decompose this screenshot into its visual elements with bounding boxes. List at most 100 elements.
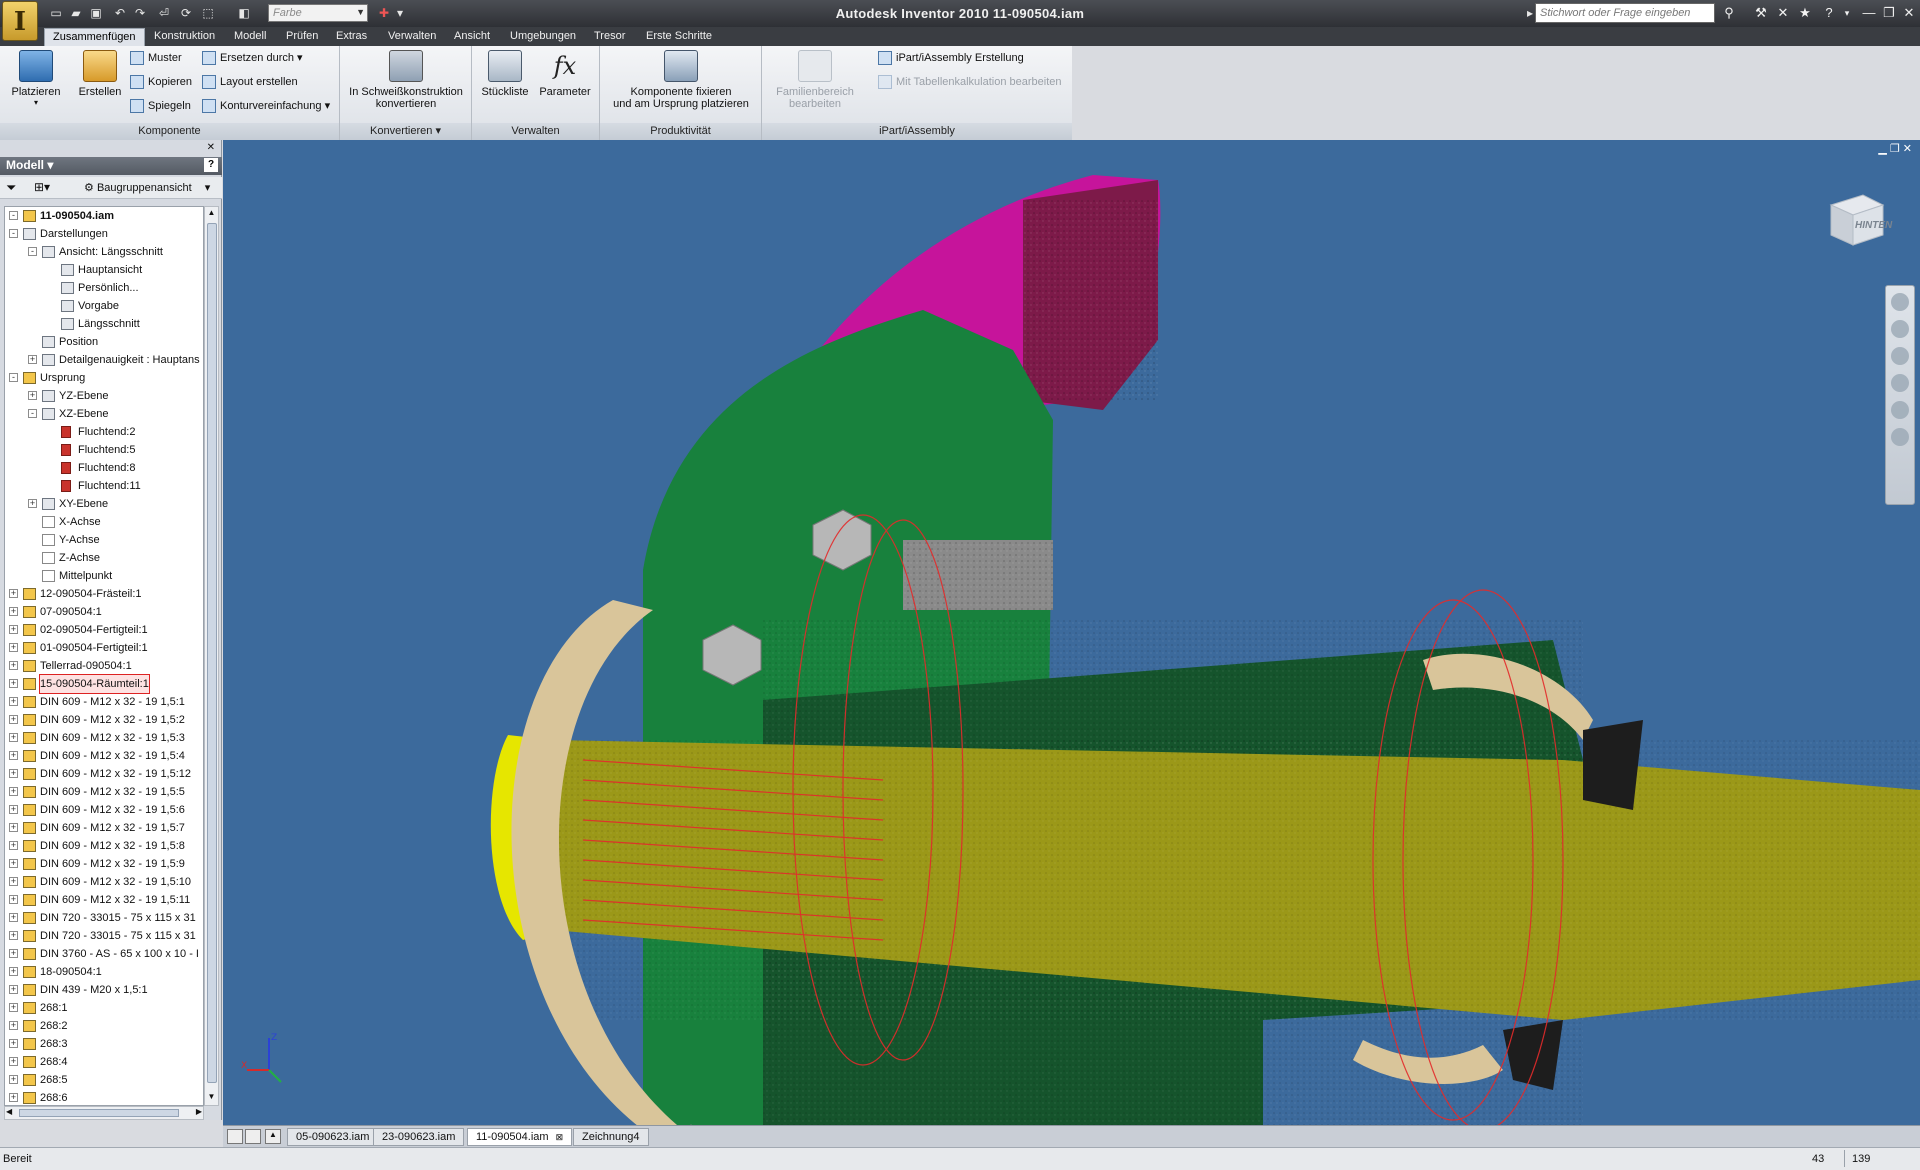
browser-header[interactable]: Modell ▾ ? [0,157,222,175]
tree-node[interactable]: - 11-090504.iam [5,207,203,225]
layout-button[interactable]: Layout erstellen [202,72,298,92]
expand-icon[interactable]: + [28,391,37,400]
expand-icon[interactable]: + [9,715,18,724]
orbit-icon[interactable] [1891,374,1909,392]
favorites-star-icon[interactable]: ★ [1796,4,1814,22]
expand-icon[interactable]: + [9,823,18,832]
close-button[interactable]: ✕ [1896,3,1920,23]
arrange-windows-icon[interactable]: ▲ [265,1129,281,1144]
binoculars-icon[interactable]: ⚲ [1720,4,1738,22]
tab-tresor[interactable]: Tresor [586,28,633,46]
scroll-right-icon[interactable]: ▶ [196,1107,202,1116]
close-icon[interactable]: ⊠ [556,1132,564,1142]
tree-options-icon[interactable]: ⊞▾ [34,180,50,194]
expand-icon[interactable]: + [9,589,18,598]
collapse-icon[interactable]: - [9,229,18,238]
tree-node[interactable]: +18-090504:1 [5,963,203,981]
subscription-icon[interactable]: ⚒ [1752,4,1770,22]
look-at-icon[interactable] [1891,401,1909,419]
expand-icon[interactable]: + [28,355,37,364]
tree-node[interactable]: +01-090504-Fertigteil:1 [5,639,203,657]
cascade-windows-icon[interactable] [227,1129,243,1144]
tree-node[interactable]: + DIN 720 - 33015 - 75 x 115 x 31 [5,909,203,927]
tree-node[interactable]: Z-Achse [5,549,203,567]
tree-node[interactable]: Fluchtend:2 [5,423,203,441]
doc-tab-11-090504[interactable]: 11-090504.iam ⊠ [467,1128,573,1146]
tree-node[interactable]: Hauptansicht [5,261,203,279]
expand-icon[interactable]: + [9,805,18,814]
ersetzen-button[interactable]: Ersetzen durch ▾ [202,48,303,68]
collapse-icon[interactable]: - [28,247,37,256]
tree-horizontal-scrollbar[interactable]: ◀ ▶ [4,1106,204,1120]
tree-node[interactable]: + DIN 609 - M12 x 32 - 19 1,5:12 [5,765,203,783]
expand-icon[interactable]: + [9,607,18,616]
tree-node[interactable]: + DIN 609 - M12 x 32 - 19 1,5:8 [5,837,203,855]
tree-node[interactable]: Y-Achse [5,531,203,549]
expand-icon[interactable]: + [9,679,18,688]
expand-icon[interactable]: + [9,931,18,940]
tree-node[interactable]: +268:3 [5,1035,203,1053]
panel-title-konvertieren[interactable]: Konvertieren ▾ [340,123,471,140]
expand-icon[interactable]: + [28,499,37,508]
tabellen-button[interactable]: Mit Tabellenkalkulation bearbeiten [878,72,1062,92]
tab-verwalten[interactable]: Verwalten [380,28,444,46]
expand-icon[interactable]: + [9,1075,18,1084]
tree-node[interactable]: + DIN 609 - M12 x 32 - 19 1,5:4 [5,747,203,765]
tree-node[interactable]: + DIN 609 - M12 x 32 - 19 1,5:2 [5,711,203,729]
kopieren-button[interactable]: Kopieren [130,72,192,92]
expand-icon[interactable]: + [9,733,18,742]
familienbereich-button[interactable]: Familienbereich bearbeiten [766,50,864,110]
tree-node[interactable]: Persönlich... [5,279,203,297]
steering-wheel-icon[interactable] [1891,293,1909,311]
kontur-button[interactable]: Konturvereinfachung ▾ [202,96,330,116]
tile-windows-icon[interactable] [245,1129,261,1144]
expand-icon[interactable]: + [9,1057,18,1066]
tree-node[interactable]: - Darstellungen [5,225,203,243]
viewcube[interactable]: HINTEN [1823,190,1892,248]
chevron-down-icon[interactable]: ▾ [1838,4,1856,22]
tree-node[interactable]: + DIN 609 - M12 x 32 - 19 1,5:9 [5,855,203,873]
tree-node[interactable]: - Ursprung [5,369,203,387]
expand-icon[interactable]: + [9,697,18,706]
expand-icon[interactable]: + [9,985,18,994]
expand-icon[interactable]: + [9,787,18,796]
tree-node[interactable]: - XZ-Ebene [5,405,203,423]
parameter-button[interactable]: fx Parameter [536,50,594,98]
tree-node[interactable]: + DIN 609 - M12 x 32 - 19 1,5:11 [5,891,203,909]
tree-node[interactable]: Fluchtend:8 [5,459,203,477]
expand-icon[interactable]: + [9,1039,18,1048]
tree-node[interactable]: - Ansicht: Längsschnitt [5,243,203,261]
pan-icon[interactable] [1891,320,1909,338]
tree-node[interactable]: +268:6 [5,1089,203,1105]
tree-node[interactable]: + Detailgenauigkeit : Hauptans [5,351,203,369]
expand-icon[interactable]: + [9,895,18,904]
scroll-thumb[interactable] [207,223,217,1083]
platzieren-button[interactable]: Platzieren ▾ [6,50,66,107]
help-icon[interactable]: ? [1820,4,1838,22]
tree-node[interactable]: Fluchtend:11 [5,477,203,495]
view-options-icon[interactable] [1891,428,1909,446]
expand-icon[interactable]: + [9,643,18,652]
tree-node[interactable]: +07-090504:1 [5,603,203,621]
tab-konstruktion[interactable]: Konstruktion [146,28,223,46]
stueckliste-button[interactable]: Stückliste [476,50,534,98]
help-icon[interactable]: ? [204,158,218,172]
graphics-viewport[interactable]: ▁ ❐ ✕ HINTEN Z X [223,140,1920,1125]
tree-node[interactable]: + DIN 609 - M12 x 32 - 19 1,5:6 [5,801,203,819]
ipart-erstellung-button[interactable]: iPart/iAssembly Erstellung [878,48,1024,68]
scroll-down-icon[interactable]: ▼ [206,1092,217,1104]
scroll-thumb[interactable] [19,1109,179,1117]
tab-erste-schritte[interactable]: Erste Schritte [638,28,720,46]
collapse-icon[interactable]: - [9,211,18,220]
tab-zusammenfuegen[interactable]: Zusammenfügen [44,28,145,46]
tree-node[interactable]: + DIN 439 - M20 x 1,5:1 [5,981,203,999]
spiegeln-button[interactable]: Spiegeln [130,96,191,116]
expand-icon[interactable]: + [9,949,18,958]
close-icon[interactable]: ✕ [207,142,215,153]
tree-node[interactable]: +268:4 [5,1053,203,1071]
application-menu-button[interactable]: I [2,1,38,41]
tree-node[interactable]: Fluchtend:5 [5,441,203,459]
tree-node[interactable]: +268:2 [5,1017,203,1035]
communication-icon[interactable]: ✕ [1774,4,1792,22]
doc-tab-zeichnung4[interactable]: Zeichnung4 [573,1128,649,1146]
